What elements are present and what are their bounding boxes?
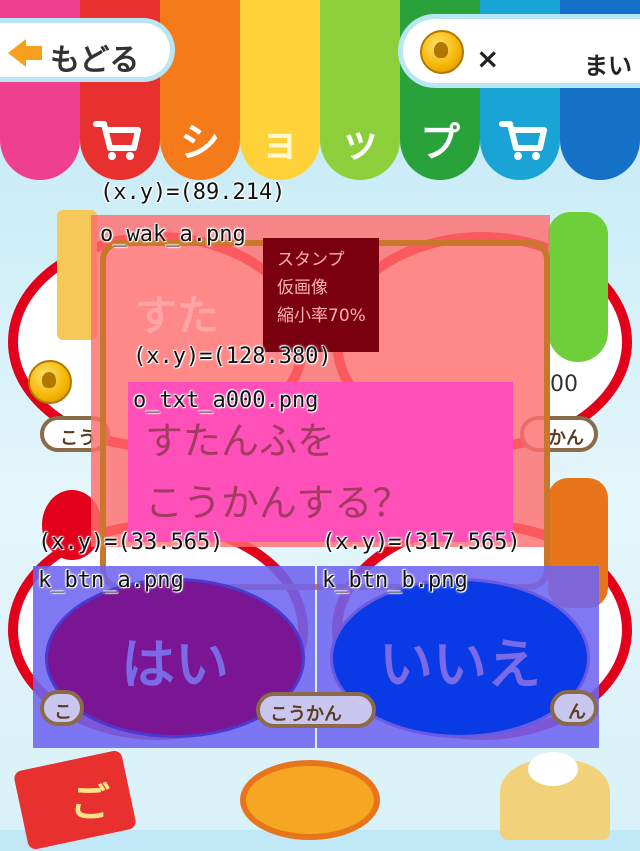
flag-item-char: ご <box>70 780 110 826</box>
arrow-left-icon-tail <box>24 46 42 60</box>
cart-icon <box>499 121 547 160</box>
buy-button-bottom-right[interactable]: ん <box>550 690 598 726</box>
dialog-question-line2: こうかんする？ <box>145 481 411 525</box>
frame-coord-label: (x.y)=(89.214) <box>100 180 286 205</box>
back-button[interactable]: もどる <box>0 18 175 82</box>
coin-unit: まい <box>584 52 632 80</box>
vegetable-image <box>548 212 608 362</box>
stamp-preview-info: スタンプ 仮画像 縮小率70% <box>263 238 379 352</box>
stamp-info-line: 仮画像 <box>277 278 328 298</box>
no-file-label: k_btn_b.png <box>322 568 468 593</box>
coin-icon <box>420 30 464 74</box>
yes-button-label: はい <box>121 633 229 696</box>
stamp-info-line: 縮小率70% <box>277 306 366 326</box>
stamp-info-line: スタンプ <box>277 250 345 270</box>
title-char-3: ッ <box>340 120 380 166</box>
cart-icon <box>93 121 141 160</box>
coin-times-sign: × <box>476 42 500 75</box>
title-char-2: ョ <box>260 120 300 166</box>
dialog-ghost-title: すた <box>135 291 220 340</box>
dialog-question-line1: すたんふを <box>145 419 336 463</box>
no-coord-label: (x.y)=(317.565) <box>322 530 521 555</box>
pasta-image <box>240 760 380 840</box>
buy-button-bottom-mid[interactable]: こうかん <box>256 692 376 728</box>
coin-icon <box>28 360 72 404</box>
back-button-label: もどる <box>50 43 140 78</box>
text-coord-label: (x.y)=(128.380) <box>133 344 332 369</box>
buy-button-bottom-left[interactable]: こ <box>40 690 84 726</box>
yes-coord-label: (x.y)=(33.565) <box>38 530 224 555</box>
no-button-label: いいえ <box>379 633 541 696</box>
frame-file-label: o_wak_a.png <box>100 222 246 247</box>
yes-file-label: k_btn_a.png <box>38 568 184 593</box>
price-value: 00 <box>550 372 578 397</box>
title-char-4: プ <box>420 120 460 166</box>
title-char-1: シ <box>180 120 220 166</box>
cream-topping <box>528 752 578 786</box>
